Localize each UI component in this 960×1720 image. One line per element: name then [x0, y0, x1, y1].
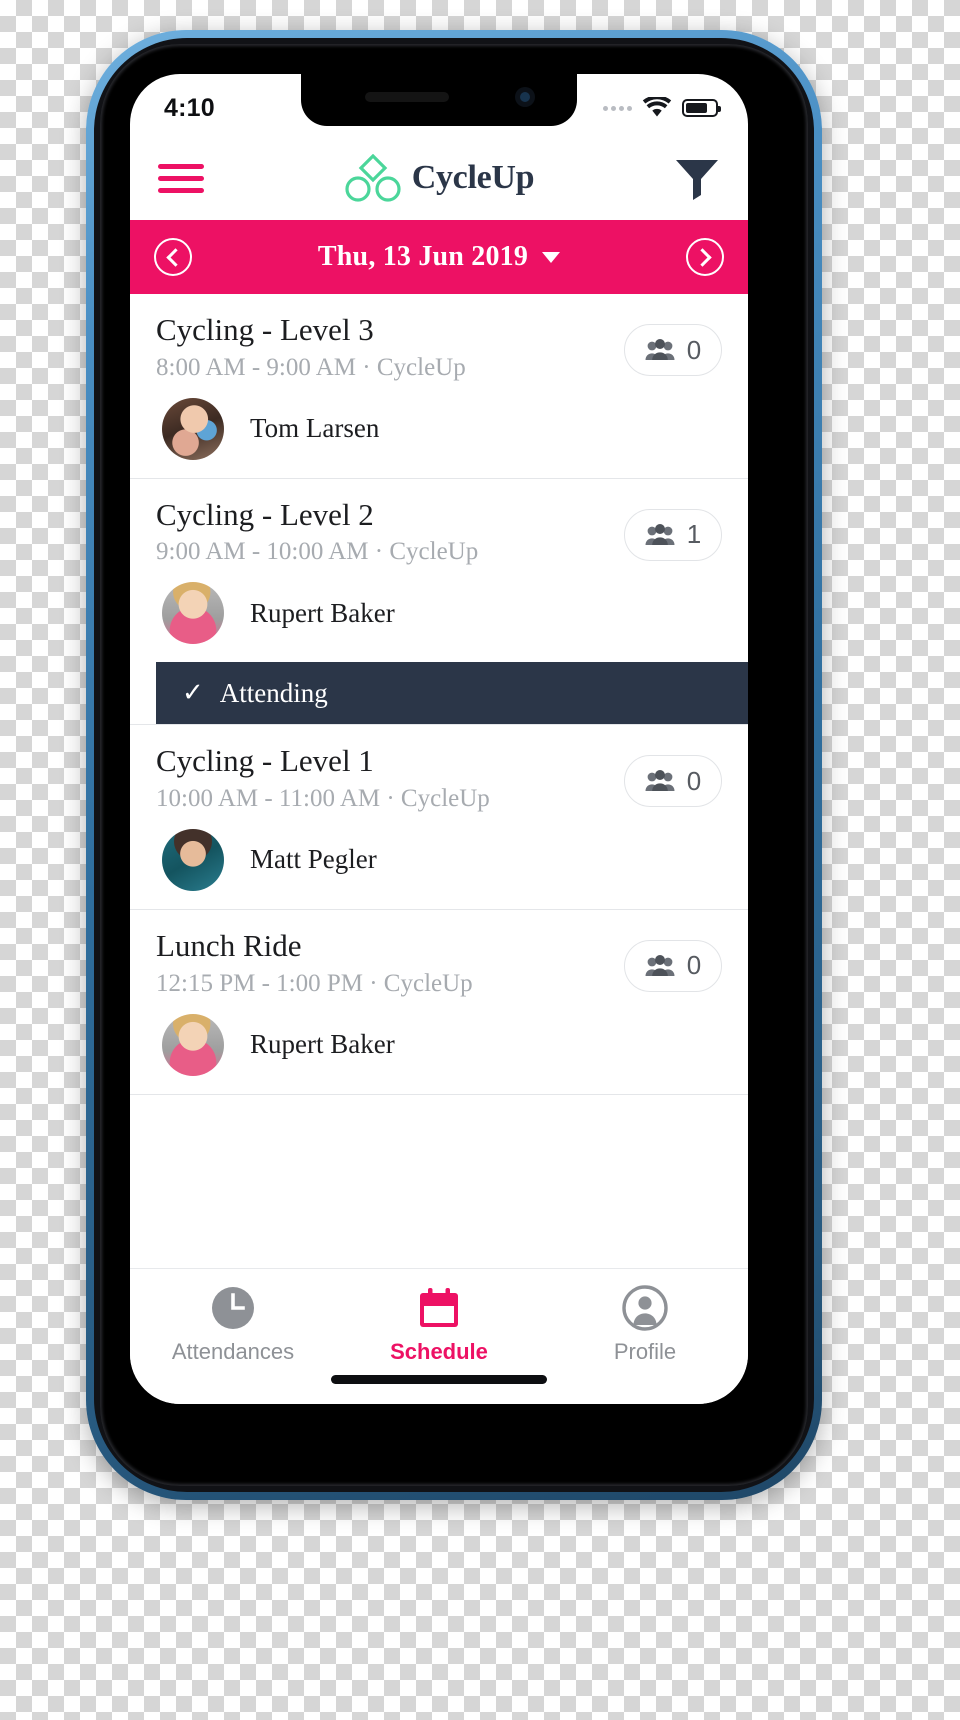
people-group-icon	[645, 770, 675, 792]
event-card[interactable]: Cycling - Level 3 8:00 AM - 9:00 AM · Cy…	[130, 294, 748, 479]
battery-icon	[682, 99, 721, 117]
nav-item-profile[interactable]: Profile	[543, 1285, 747, 1365]
event-header: Lunch Ride 12:15 PM - 1:00 PM · CycleUp …	[156, 928, 722, 1010]
instructor-row[interactable]: Matt Pegler	[156, 825, 722, 909]
attendee-count-badge[interactable]: 1	[624, 508, 722, 561]
event-info: Cycling - Level 2 9:00 AM - 10:00 AM · C…	[156, 497, 478, 579]
event-title: Cycling - Level 2	[156, 496, 374, 532]
instructor-row[interactable]: Rupert Baker	[156, 1010, 722, 1094]
next-day-button[interactable]	[685, 238, 724, 276]
people-group-icon	[645, 523, 675, 545]
date-navigation-bar: Thu, 13 Jun 2019	[130, 220, 748, 294]
status-indicators	[603, 97, 721, 119]
earpiece-speaker-icon	[365, 92, 449, 102]
clock-icon	[212, 1287, 254, 1329]
person-icon	[622, 1285, 668, 1331]
event-subtitle: 10:00 AM - 11:00 AM · CycleUp	[156, 784, 490, 812]
avatar	[162, 582, 224, 645]
attendee-count: 0	[686, 765, 702, 796]
attendee-count: 0	[686, 334, 702, 365]
nav-label-schedule: Schedule	[390, 1339, 488, 1364]
date-picker-trigger[interactable]: Thu, 13 Jun 2019	[317, 241, 561, 273]
people-group-icon	[645, 954, 675, 976]
people-group-icon	[645, 339, 675, 360]
event-subtitle: 12:15 PM - 1:00 PM · CycleUp	[156, 969, 473, 997]
status-time: 4:10	[164, 93, 215, 122]
schedule-list: Cycling - Level 3 8:00 AM - 9:00 AM · Cy…	[130, 294, 748, 1095]
signal-dots-icon	[603, 105, 632, 111]
avatar	[162, 1013, 224, 1076]
nav-label-attendances: Attendances	[171, 1339, 295, 1364]
event-card[interactable]: Cycling - Level 1 10:00 AM - 11:00 AM · …	[130, 725, 748, 910]
hamburger-menu-icon[interactable]	[158, 163, 204, 193]
event-info: Cycling - Level 1 10:00 AM - 11:00 AM · …	[156, 743, 490, 825]
caret-down-icon	[542, 251, 561, 263]
nav-label-profile: Profile	[613, 1339, 677, 1364]
previous-day-button[interactable]	[154, 238, 192, 276]
attendee-count: 0	[686, 950, 702, 981]
device-notch	[301, 74, 577, 126]
event-title: Lunch Ride	[156, 927, 302, 963]
instructor-name: Tom Larsen	[250, 413, 380, 444]
event-header: Cycling - Level 3 8:00 AM - 9:00 AM · Cy…	[156, 312, 722, 394]
event-subtitle: 8:00 AM - 9:00 AM · CycleUp	[156, 353, 466, 381]
avatar	[162, 828, 224, 891]
check-icon: ✓	[182, 678, 204, 708]
attendee-count-badge[interactable]: 0	[624, 324, 722, 376]
filter-funnel-icon[interactable]	[674, 156, 720, 200]
event-info: Lunch Ride 12:15 PM - 1:00 PM · CycleUp	[156, 928, 473, 1010]
phone-screen: 4:10 CycleUp Thu, 13 Jun 2019 Cycling - …	[130, 74, 748, 1404]
calendar-icon	[420, 1288, 458, 1327]
current-date-label: Thu, 13 Jun 2019	[317, 241, 529, 272]
event-card[interactable]: Lunch Ride 12:15 PM - 1:00 PM · CycleUp …	[130, 910, 748, 1095]
instructor-row[interactable]: Rupert Baker	[156, 578, 722, 662]
attendee-count-badge[interactable]: 0	[624, 939, 722, 992]
avatar	[162, 397, 224, 460]
attendee-count-badge[interactable]: 0	[624, 755, 722, 808]
attending-status-bar[interactable]: ✓ Attending	[156, 662, 748, 725]
instructor-name: Rupert Baker	[250, 1029, 395, 1060]
event-title: Cycling - Level 3	[156, 312, 374, 347]
event-card[interactable]: Cycling - Level 2 9:00 AM - 10:00 AM · C…	[130, 479, 748, 726]
nav-item-schedule[interactable]: Schedule	[337, 1285, 541, 1365]
wifi-icon	[642, 97, 672, 117]
app-header: CycleUp	[130, 136, 748, 220]
attending-label: Attending	[219, 677, 328, 708]
event-subtitle: 9:00 AM - 10:00 AM · CycleUp	[156, 538, 479, 566]
cycleup-logo-icon	[345, 154, 401, 202]
event-header: Cycling - Level 2 9:00 AM - 10:00 AM · C…	[156, 497, 722, 579]
front-camera-icon	[515, 87, 535, 107]
brand: CycleUp	[344, 154, 535, 202]
event-info: Cycling - Level 3 8:00 AM - 9:00 AM · Cy…	[156, 312, 466, 394]
instructor-name: Matt Pegler	[250, 844, 377, 875]
instructor-name: Rupert Baker	[250, 597, 395, 628]
home-indicator[interactable]	[331, 1375, 547, 1384]
attendee-count: 1	[686, 519, 702, 550]
nav-item-attendances[interactable]: Attendances	[131, 1285, 335, 1365]
event-header: Cycling - Level 1 10:00 AM - 11:00 AM · …	[156, 743, 722, 825]
brand-title: CycleUp	[411, 159, 535, 196]
event-title: Cycling - Level 1	[156, 743, 374, 779]
instructor-row[interactable]: Tom Larsen	[156, 394, 722, 478]
